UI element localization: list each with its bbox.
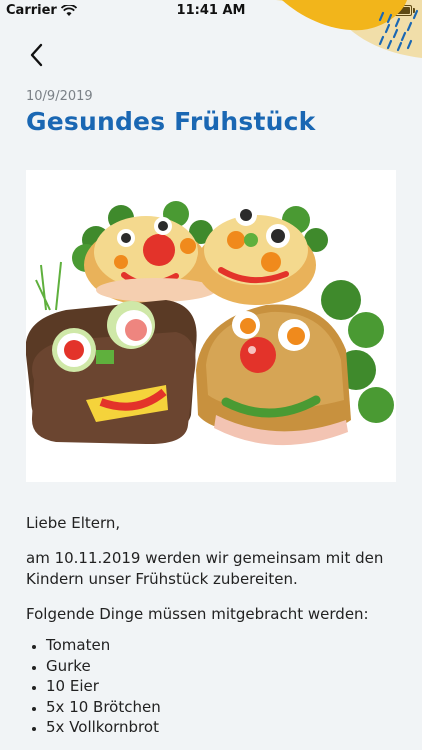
item-list: Tomaten Gurke 10 Eier 5x 10 Brötchen 5x … <box>26 635 396 738</box>
chevron-left-icon <box>30 43 43 67</box>
breakfast-illustration <box>26 201 394 446</box>
greeting-paragraph: Liebe Eltern, <box>26 514 121 532</box>
list-item: 10 Eier <box>46 676 396 697</box>
post-body: Liebe Eltern, am 10.11.2019 werden wir g… <box>26 513 396 738</box>
back-right-roll <box>196 204 328 305</box>
post-image <box>26 170 396 482</box>
back-button[interactable] <box>22 38 50 72</box>
intro-paragraph: am 10.11.2019 werden wir gemeinsam mit d… <box>26 549 384 588</box>
list-item: Tomaten <box>46 635 396 656</box>
post-date: 10/9/2019 <box>26 89 93 104</box>
post-title: Gesundes Frühstück <box>26 107 316 136</box>
back-left-roll <box>72 201 216 305</box>
front-right-roll <box>196 280 394 446</box>
list-item: Gurke <box>46 656 396 677</box>
list-intro-paragraph: Folgende Dinge müssen mitgebracht werden… <box>26 605 369 623</box>
list-item: 5x Vollkornbrot <box>46 717 396 738</box>
list-item: 5x 10 Brötchen <box>46 697 396 718</box>
decorative-corner-graphic <box>275 0 422 58</box>
